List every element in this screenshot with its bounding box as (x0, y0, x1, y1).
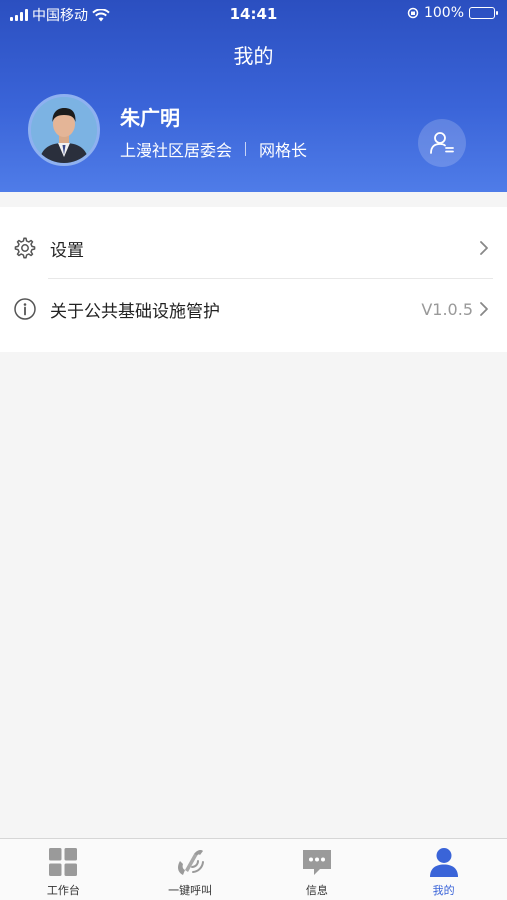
avatar-portrait-icon (31, 97, 97, 163)
battery-icon (469, 7, 498, 19)
tab-messages[interactable]: 信息 (254, 839, 381, 900)
tab-mine[interactable]: 我的 (380, 839, 507, 900)
meta-divider (245, 142, 247, 156)
chevron-right-icon (480, 241, 488, 255)
menu-item-about[interactable]: 关于公共基础设施管护 V1.0.5 (0, 278, 507, 340)
message-icon (302, 850, 331, 875)
menu-list: 设置 关于公共基础设施管护 V1.0.5 (0, 207, 507, 352)
user-name: 朱广明 (120, 106, 180, 130)
info-icon (14, 298, 36, 320)
page-title: 我的 (233, 44, 274, 68)
app-version: V1.0.5 (421, 299, 473, 319)
menu-item-settings[interactable]: 设置 (0, 217, 507, 279)
battery-percent: 100% (423, 5, 464, 21)
gear-icon (14, 237, 36, 259)
about-label: 关于公共基础设施管护 (50, 301, 220, 322)
status-right: 100% (407, 5, 498, 21)
my-page: 中国移动 14:41 100% 我的 朱广明 上漫社区居委会 网格长 设置 关于… (0, 0, 507, 900)
user-organization: 上漫社区居委会 (120, 141, 233, 160)
user-meta: 上漫社区居委会 网格长 (120, 137, 307, 161)
chevron-right-icon (480, 302, 488, 316)
tab-one-key-call-label: 一键呼叫 (168, 884, 213, 897)
tab-bar: 工作台 一键呼叫 信息 我的 (0, 838, 507, 900)
settings-label: 设置 (50, 240, 84, 261)
tab-workbench-label: 工作台 (46, 884, 80, 897)
phone-icon (178, 850, 205, 875)
tab-one-key-call[interactable]: 一键呼叫 (127, 839, 254, 900)
tab-messages-label: 信息 (305, 884, 328, 897)
grid-icon (49, 848, 78, 876)
orientation-lock-icon (407, 7, 419, 19)
avatar[interactable] (28, 94, 100, 166)
user-role: 网格长 (259, 141, 308, 160)
user-icon (429, 848, 458, 877)
profile-detail-button[interactable] (418, 119, 466, 167)
user-card-icon (430, 132, 454, 154)
profile-header: 中国移动 14:41 100% 我的 朱广明 上漫社区居委会 网格长 (0, 0, 507, 192)
tab-workbench[interactable]: 工作台 (0, 839, 127, 900)
status-bar: 中国移动 14:41 100% (0, 0, 507, 28)
tab-mine-label: 我的 (432, 884, 455, 897)
